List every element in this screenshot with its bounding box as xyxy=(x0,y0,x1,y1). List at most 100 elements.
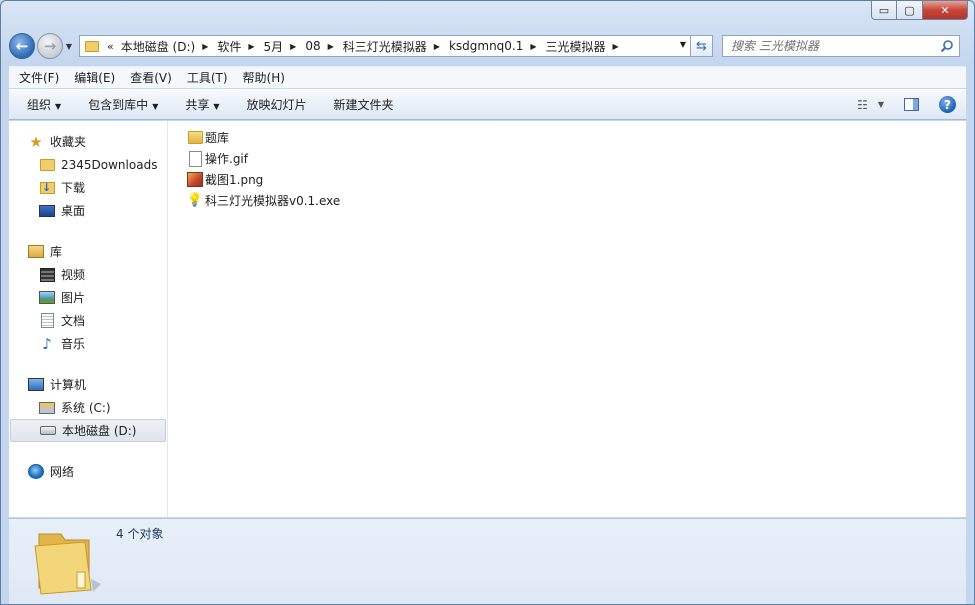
chevron-right-icon[interactable]: ▶ xyxy=(198,42,214,51)
chevron-right-icon[interactable]: ▶ xyxy=(286,42,302,51)
nav-label: 视频 xyxy=(61,268,86,282)
breadcrumb-item[interactable]: 08 xyxy=(302,39,323,53)
forward-button[interactable]: → xyxy=(37,33,63,59)
nav-item-music[interactable]: ♪ 音乐 xyxy=(9,332,167,355)
include-in-library-label: 包含到库中 xyxy=(88,98,149,112)
back-button[interactable]: ← xyxy=(9,33,35,59)
breadcrumb-overflow[interactable]: « xyxy=(105,40,118,53)
close-button[interactable]: ✕ xyxy=(923,1,968,20)
computer-icon xyxy=(28,377,44,393)
menu-view[interactable]: 查看(V) xyxy=(120,69,177,86)
folder-icon xyxy=(187,130,203,146)
breadcrumb-item[interactable]: ksdgmnq0.1 xyxy=(446,39,526,53)
chevron-right-icon[interactable]: ▶ xyxy=(609,42,625,51)
gif-file-icon xyxy=(187,151,203,167)
nav-network[interactable]: 网络 xyxy=(9,460,167,483)
slideshow-button[interactable]: 放映幻灯片 xyxy=(238,96,316,113)
exe-file-icon: 💡 xyxy=(186,193,204,208)
chevron-down-icon: ▼ xyxy=(877,100,884,109)
share-button[interactable]: 共享 ▼ xyxy=(176,96,228,113)
explorer-window: ▭ ▢ ✕ ← → ▼ « 本地磁盘 (D:) ▶ 软件 ▶ 5月 ▶ 08 ▶ 科三灯… xyxy=(0,0,975,605)
search-icon[interactable] xyxy=(940,39,954,53)
search-input[interactable] xyxy=(731,39,931,53)
command-bar: 组织 ▼ 包含到库中 ▼ 共享 ▼ 放映幻灯片 新建文件夹 ☷ ▼ ? xyxy=(9,89,966,120)
search-box xyxy=(722,35,960,57)
nav-label: 文档 xyxy=(61,314,86,328)
nav-item-pictures[interactable]: 图片 xyxy=(9,286,167,309)
breadcrumb-item[interactable]: 三光模拟器 xyxy=(543,38,609,55)
maximize-button[interactable]: ▢ xyxy=(897,1,923,20)
nav-label: 网络 xyxy=(50,465,75,479)
address-dropdown-icon[interactable]: ▼ xyxy=(680,40,686,49)
chevron-right-icon[interactable]: ▶ xyxy=(244,42,260,51)
chevron-right-icon[interactable]: ▶ xyxy=(324,42,340,51)
nav-label: 音乐 xyxy=(61,337,86,351)
large-folder-icon xyxy=(34,533,101,595)
breadcrumb-item[interactable]: 科三灯光模拟器 xyxy=(340,38,430,55)
drive-icon xyxy=(40,423,56,439)
breadcrumb-item[interactable]: 软件 xyxy=(214,38,244,55)
nav-favorites[interactable]: ★ 收藏夹 xyxy=(9,130,167,153)
minimize-button[interactable]: ▭ xyxy=(871,1,897,20)
recent-pages-dropdown-icon[interactable]: ▼ xyxy=(63,42,75,51)
nav-label: 桌面 xyxy=(61,204,86,218)
network-icon xyxy=(28,464,44,480)
nav-label: 图片 xyxy=(61,291,86,305)
breadcrumb-item[interactable]: 本地磁盘 (D:) xyxy=(118,38,198,55)
nav-item-drive-d[interactable]: 本地磁盘 (D:) xyxy=(10,419,166,442)
menu-file[interactable]: 文件(F) xyxy=(9,69,64,86)
nav-item-downloads[interactable]: 下载 xyxy=(9,176,167,199)
png-file-icon xyxy=(187,172,203,188)
chevron-down-icon: ▼ xyxy=(213,102,220,111)
organize-button[interactable]: 组织 ▼ xyxy=(18,96,70,113)
libraries-group: 库 视频 图片 文档 ♪ 音乐 xyxy=(9,240,167,355)
folder-icon xyxy=(39,157,55,173)
system-drive-icon xyxy=(39,400,55,416)
new-folder-button[interactable]: 新建文件夹 xyxy=(325,96,403,113)
menu-tools[interactable]: 工具(T) xyxy=(177,69,233,86)
help-icon[interactable]: ? xyxy=(939,96,956,113)
preview-pane-icon[interactable] xyxy=(904,98,919,111)
chevron-down-icon: ▼ xyxy=(152,102,159,111)
nav-item-drive-c[interactable]: 系统 (C:) xyxy=(9,396,167,419)
refresh-icon: ⇆ xyxy=(696,38,707,54)
nav-label: 库 xyxy=(50,245,63,259)
change-view-button[interactable]: ☷ ▼ xyxy=(857,98,884,112)
nav-label: 下载 xyxy=(61,181,86,195)
nav-item-documents[interactable]: 文档 xyxy=(9,309,167,332)
nav-item-desktop[interactable]: 桌面 xyxy=(9,199,167,222)
details-pane: 4 个对象 xyxy=(9,518,966,604)
list-item[interactable]: 题库 xyxy=(187,127,966,148)
refresh-button[interactable]: ⇆ xyxy=(691,35,713,57)
breadcrumb-item[interactable]: 5月 xyxy=(261,38,287,55)
view-grid-icon: ☷ xyxy=(857,97,868,112)
list-item[interactable]: 操作.gif xyxy=(187,148,966,169)
chevron-right-icon[interactable]: ▶ xyxy=(430,42,446,51)
menu-bar: 文件(F) 编辑(E) 查看(V) 工具(T) 帮助(H) xyxy=(9,66,966,88)
picture-icon xyxy=(39,290,55,306)
caption-buttons: ▭ ▢ ✕ xyxy=(871,1,968,21)
favorites-group: ★ 收藏夹 2345Downloads 下载 桌面 xyxy=(9,130,167,222)
nav-label: 计算机 xyxy=(50,378,87,392)
nav-computer[interactable]: 计算机 xyxy=(9,373,167,396)
list-item[interactable]: 截图1.png xyxy=(187,169,966,190)
desktop-icon xyxy=(39,203,55,219)
folder-icon xyxy=(85,40,99,52)
document-icon xyxy=(39,313,55,329)
nav-label: 2345Downloads xyxy=(61,157,158,172)
chevron-right-icon[interactable]: ▶ xyxy=(526,42,542,51)
list-item[interactable]: 💡 科三灯光模拟器v0.1.exe xyxy=(187,190,966,211)
menu-help[interactable]: 帮助(H) xyxy=(233,69,290,86)
music-icon: ♪ xyxy=(42,334,52,353)
nav-item-2345downloads[interactable]: 2345Downloads xyxy=(9,153,167,176)
file-name: 操作.gif xyxy=(205,152,248,166)
nav-libraries[interactable]: 库 xyxy=(9,240,167,263)
navigation-row: ← → ▼ « 本地磁盘 (D:) ▶ 软件 ▶ 5月 ▶ 08 ▶ 科三灯光模拟器 ▶ … xyxy=(9,33,966,59)
menu-edit[interactable]: 编辑(E) xyxy=(64,69,120,86)
file-name: 题库 xyxy=(205,131,230,145)
address-bar[interactable]: « 本地磁盘 (D:) ▶ 软件 ▶ 5月 ▶ 08 ▶ 科三灯光模拟器 ▶ ksdgmn… xyxy=(79,35,691,57)
network-group: 网络 xyxy=(9,460,167,483)
include-in-library-button[interactable]: 包含到库中 ▼ xyxy=(79,96,167,113)
nav-item-videos[interactable]: 视频 xyxy=(9,263,167,286)
nav-label: 收藏夹 xyxy=(50,135,87,149)
